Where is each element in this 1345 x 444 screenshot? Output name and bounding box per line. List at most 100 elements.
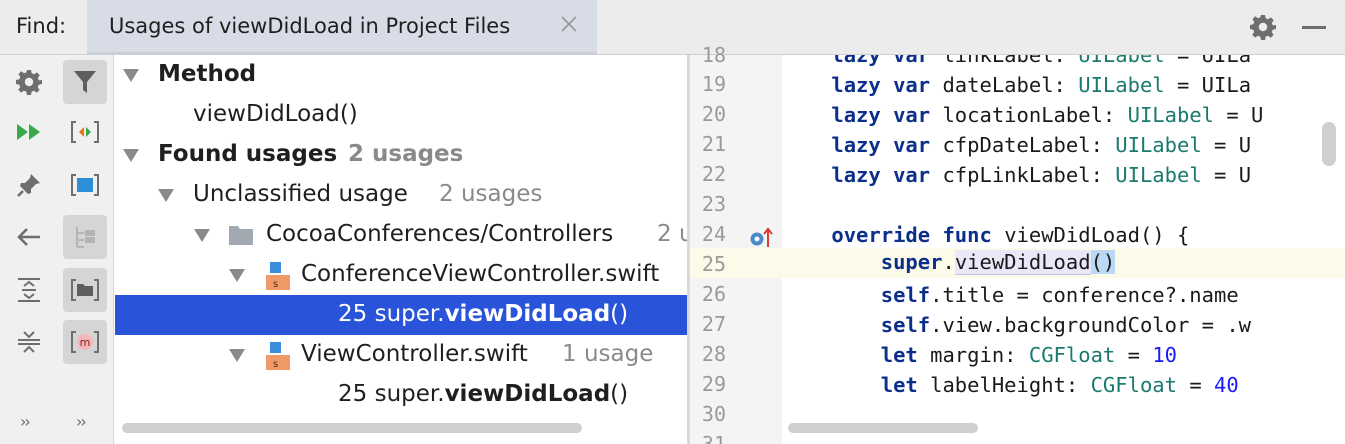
- merge-button[interactable]: [63, 110, 107, 154]
- code-line: lazy var locationLabel: UILabel = U: [782, 101, 1345, 131]
- override-marker-icon[interactable]: [748, 225, 774, 251]
- usage-text: 25 super.viewDidLoad(): [338, 381, 628, 407]
- line-number: 23: [701, 192, 726, 216]
- keyword: let: [880, 373, 918, 397]
- tree-row-found-usages[interactable]: Found usages 2 usages: [115, 135, 687, 175]
- group-by-folder-button[interactable]: [63, 268, 107, 312]
- gear-icon[interactable]: [1250, 14, 1276, 40]
- usage-prefix: super.: [374, 301, 445, 327]
- group-by-folder-icon: [71, 279, 99, 301]
- more-left-icon[interactable]: ››: [20, 412, 31, 431]
- code-text: =: [1115, 343, 1153, 367]
- select-icon: [71, 174, 99, 196]
- code-text: .title = conference?.name: [930, 283, 1239, 307]
- collapse-all-button[interactable]: [7, 320, 51, 364]
- usage-highlight: viewDidLoad: [954, 250, 1091, 275]
- usage-method: viewDidLoad: [444, 301, 611, 327]
- found-usages-count: 2 usages: [348, 141, 464, 167]
- code-text: labelHeight:: [930, 373, 1091, 397]
- editor-gutter: 18 19 20 21 22 23 24 25 26 27 28 29 30 3…: [690, 43, 782, 444]
- code-text: = U: [1214, 103, 1264, 127]
- folder-name: CocoaConferences/Controllers: [266, 221, 614, 247]
- tree-row-method-header[interactable]: Method: [115, 55, 687, 95]
- usage-line-number: 25: [338, 301, 368, 327]
- pin-tab-button[interactable]: [7, 163, 51, 207]
- code-text: cfpLinkLabel:: [942, 163, 1116, 187]
- find-toolbar: ›› m ››: [0, 55, 114, 444]
- expand-arrow-icon[interactable]: [123, 149, 139, 162]
- keyword: var: [893, 163, 931, 187]
- keyword: var: [893, 55, 931, 67]
- code-text: = U: [1201, 133, 1252, 157]
- code-text: dateLabel:: [942, 73, 1079, 97]
- tree-button[interactable]: [63, 215, 107, 259]
- keyword: super: [880, 250, 943, 274]
- expand-arrow-icon[interactable]: [123, 69, 139, 82]
- filter-button[interactable]: [63, 60, 107, 104]
- tree-row-unclassified[interactable]: Unclassified usage 2 usages: [115, 175, 687, 215]
- file-usage-count: 1 usage: [562, 341, 654, 367]
- find-label: Find:: [16, 14, 67, 38]
- line-number: 20: [701, 102, 726, 126]
- line-number: 26: [701, 282, 726, 306]
- swift-file-icon: s: [266, 262, 290, 290]
- type-name: UILabel: [1127, 103, 1215, 127]
- usage-prefix: super.: [374, 381, 445, 407]
- more-right-icon[interactable]: ››: [76, 412, 87, 431]
- tree-row-method[interactable]: viewDidLoad(): [115, 95, 687, 135]
- minimize-icon[interactable]: [1302, 26, 1326, 29]
- paren-highlight: (): [1090, 250, 1116, 274]
- rerun-button[interactable]: [7, 110, 51, 154]
- tab-usages[interactable]: Usages of viewDidLoad in Project Files: [87, 0, 597, 55]
- tree-horizontal-scrollbar[interactable]: [122, 423, 582, 433]
- type-name: CGFloat: [1028, 343, 1116, 367]
- type-name: UILabel: [1115, 163, 1202, 187]
- keyword: func: [942, 223, 992, 247]
- unclassified-count: 2 usages: [439, 181, 543, 207]
- settings-button[interactable]: [7, 60, 51, 104]
- tree-row-file[interactable]: s ViewController.swift 1 usage: [115, 335, 687, 375]
- keyword: lazy: [831, 55, 881, 67]
- keyword: lazy: [831, 163, 881, 187]
- number-literal: 10: [1152, 343, 1177, 367]
- code-horizontal-scrollbar[interactable]: [788, 423, 978, 433]
- expand-arrow-icon[interactable]: [158, 189, 174, 202]
- code-preview[interactable]: lazy var linkLabel: UILabel = UILa lazy …: [782, 55, 1345, 444]
- type-name: UILabel: [1078, 55, 1165, 67]
- close-icon[interactable]: [557, 12, 581, 36]
- svg-text:s: s: [273, 279, 278, 290]
- code-vertical-scrollbar[interactable]: [1322, 122, 1336, 166]
- back-button[interactable]: [7, 215, 51, 259]
- type-name: UILabel: [1078, 73, 1165, 97]
- gear-icon: [16, 70, 42, 95]
- merge-icon: [71, 121, 99, 143]
- code-text: = U: [1201, 163, 1252, 187]
- code-text: viewDidLoad() {: [1004, 223, 1190, 247]
- line-number: 18: [701, 43, 726, 67]
- usage-line-number: 25: [338, 381, 368, 407]
- line-number: 29: [701, 372, 726, 396]
- code-line: self.view.backgroundColor = .w: [782, 311, 1345, 341]
- group-by-method-button[interactable]: m: [63, 320, 107, 364]
- usage-method: viewDidLoad: [444, 381, 611, 407]
- line-number: 25: [701, 252, 726, 276]
- code-line: lazy var dateLabel: UILabel = UILa: [782, 71, 1345, 101]
- folder-icon: [229, 226, 253, 245]
- tree-row-usage[interactable]: 25 super.viewDidLoad(): [115, 375, 687, 415]
- file-name: ConferenceViewController.swift: [301, 261, 660, 287]
- code-line: let labelHeight: CGFloat = 40: [782, 371, 1345, 401]
- tree-icon: [76, 227, 95, 248]
- tree-row-folder[interactable]: CocoaConferences/Controllers 2 u: [115, 215, 687, 255]
- expand-arrow-icon[interactable]: [194, 229, 210, 242]
- usage-tree[interactable]: Method viewDidLoad() Found usages 2 usag…: [115, 55, 687, 417]
- tree-row-usage-selected[interactable]: 25 super.viewDidLoad(): [115, 295, 687, 335]
- method-header-label: Method: [158, 61, 257, 87]
- tree-row-file[interactable]: s ConferenceViewController.swift: [115, 255, 687, 295]
- expand-arrow-icon[interactable]: [229, 269, 245, 282]
- usage-text: 25 super.viewDidLoad(): [338, 301, 628, 327]
- expand-all-button[interactable]: [7, 268, 51, 312]
- method-name: viewDidLoad(): [193, 101, 358, 127]
- select-button[interactable]: [63, 163, 107, 207]
- line-number: 21: [701, 132, 726, 156]
- expand-arrow-icon[interactable]: [229, 349, 245, 362]
